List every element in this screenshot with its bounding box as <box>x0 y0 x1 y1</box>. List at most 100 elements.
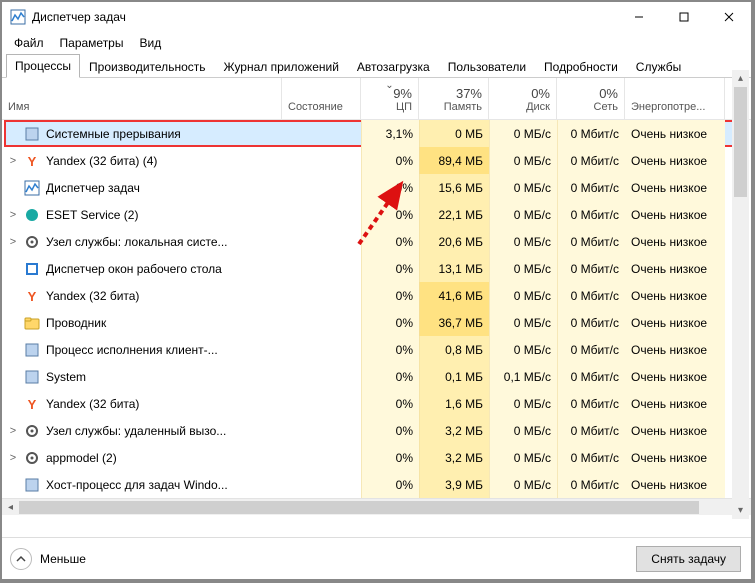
process-name-cell: >ESET Service (2) <box>2 201 282 228</box>
network-cell: 0 Мбит/с <box>557 309 625 336</box>
power-cell: Очень низкое <box>625 471 725 498</box>
cpu-cell: 0% <box>361 309 419 336</box>
memory-cell: 3,9 МБ <box>419 471 489 498</box>
network-cell: 0 Мбит/с <box>557 120 625 147</box>
table-row[interactable]: >Узел службы: удаленный вызо...0%3,2 МБ0… <box>2 417 751 444</box>
table-row[interactable]: >YYandex (32 бита) (4)0%89,4 МБ0 МБ/с0 М… <box>2 147 751 174</box>
status-cell <box>282 282 361 309</box>
table-row[interactable]: >ESET Service (2)0%22,1 МБ0 МБ/с0 Мбит/с… <box>2 201 751 228</box>
power-cell: Очень низкое <box>625 363 725 390</box>
status-cell <box>282 174 361 201</box>
tab-users[interactable]: Пользователи <box>439 55 535 78</box>
table-row[interactable]: YYandex (32 бита)0%41,6 МБ0 МБ/с0 Мбит/с… <box>2 282 751 309</box>
table-row[interactable]: System0%0,1 МБ0,1 МБ/с0 Мбит/сОчень низк… <box>2 363 751 390</box>
expand-icon[interactable]: > <box>8 209 18 221</box>
menu-file[interactable]: Файл <box>6 33 52 53</box>
process-name-cell: Хост-процесс для задач Windo... <box>2 471 282 498</box>
tab-details[interactable]: Подробности <box>535 55 627 78</box>
tab-services[interactable]: Службы <box>627 55 690 78</box>
fewer-details-button[interactable] <box>10 548 32 570</box>
process-name-cell: Диспетчер задач <box>2 174 282 201</box>
svg-text:Y: Y <box>28 289 37 304</box>
memory-cell: 89,4 МБ <box>419 147 489 174</box>
scroll-track[interactable] <box>19 499 734 515</box>
status-cell <box>282 228 361 255</box>
horizontal-scrollbar[interactable]: ◂ ▸ <box>2 498 751 515</box>
menubar: Файл Параметры Вид <box>2 32 751 54</box>
table-row[interactable]: Процесс исполнения клиент-...0%0,8 МБ0 М… <box>2 336 751 363</box>
table-row[interactable]: Диспетчер задач0%15,6 МБ0 МБ/с0 Мбит/сОч… <box>2 174 751 201</box>
power-cell: Очень низкое <box>625 120 725 147</box>
network-cell: 0 Мбит/с <box>557 228 625 255</box>
process-icon <box>24 342 40 358</box>
scroll-down-icon[interactable]: ▾ <box>732 502 749 519</box>
expand-icon[interactable]: > <box>8 155 18 167</box>
memory-cell: 36,7 МБ <box>419 309 489 336</box>
titlebar: Диспетчер задач <box>2 2 751 32</box>
disk-cell: 0 МБ/с <box>489 471 557 498</box>
process-icon <box>24 126 40 142</box>
process-name: Yandex (32 бита) <box>46 397 139 411</box>
vscroll-thumb[interactable] <box>734 87 747 197</box>
header-power[interactable]: Энергопотре... <box>625 78 725 119</box>
vscroll-track[interactable] <box>732 87 749 502</box>
disk-cell: 0 МБ/с <box>489 444 557 471</box>
close-button[interactable] <box>706 2 751 32</box>
vertical-scrollbar[interactable]: ▴ ▾ <box>732 70 749 519</box>
power-cell: Очень низкое <box>625 309 725 336</box>
tab-startup[interactable]: Автозагрузка <box>348 55 439 78</box>
header-memory[interactable]: 37%Память <box>419 78 489 119</box>
memory-cell: 41,6 МБ <box>419 282 489 309</box>
disk-cell: 0 МБ/с <box>489 147 557 174</box>
table-row[interactable]: Проводник0%36,7 МБ0 МБ/с0 Мбит/сОчень ни… <box>2 309 751 336</box>
scroll-thumb[interactable] <box>19 501 699 514</box>
power-cell: Очень низкое <box>625 201 725 228</box>
process-icon <box>24 207 40 223</box>
network-cell: 0 Мбит/с <box>557 147 625 174</box>
cpu-cell: 0% <box>361 336 419 363</box>
table-row[interactable]: Диспетчер окон рабочего стола0%13,1 МБ0 … <box>2 255 751 282</box>
table-row[interactable]: YYandex (32 бита)0%1,6 МБ0 МБ/с0 Мбит/сО… <box>2 390 751 417</box>
status-cell <box>282 336 361 363</box>
status-cell <box>282 120 361 147</box>
header-network[interactable]: 0%Сеть <box>557 78 625 119</box>
cpu-cell: 0% <box>361 444 419 471</box>
header-status[interactable]: Состояние <box>282 78 361 119</box>
process-name-cell: Проводник <box>2 309 282 336</box>
status-cell <box>282 363 361 390</box>
process-name-cell: System <box>2 363 282 390</box>
process-name-cell: >Узел службы: удаленный вызо... <box>2 417 282 444</box>
end-task-button[interactable]: Снять задачу <box>636 546 741 572</box>
expand-icon[interactable]: > <box>8 236 18 248</box>
cpu-cell: 0% <box>361 417 419 444</box>
tab-apphistory[interactable]: Журнал приложений <box>215 55 348 78</box>
tab-processes[interactable]: Процессы <box>6 54 80 78</box>
memory-cell: 1,6 МБ <box>419 390 489 417</box>
header-name[interactable]: Имя <box>2 78 282 119</box>
disk-cell: 0 МБ/с <box>489 417 557 444</box>
minimize-button[interactable] <box>616 2 661 32</box>
table-row[interactable]: >Узел службы: локальная систе...0%20,6 М… <box>2 228 751 255</box>
tab-performance[interactable]: Производительность <box>80 55 214 78</box>
process-icon: Y <box>24 153 40 169</box>
disk-cell: 0 МБ/с <box>489 336 557 363</box>
cpu-cell: 0% <box>361 390 419 417</box>
memory-cell: 0 МБ <box>419 120 489 147</box>
process-name: Процесс исполнения клиент-... <box>46 343 218 357</box>
table-row[interactable]: Хост-процесс для задач Windo...0%3,9 МБ0… <box>2 471 751 498</box>
fewer-details-label[interactable]: Меньше <box>40 552 86 566</box>
disk-cell: 0 МБ/с <box>489 174 557 201</box>
menu-options[interactable]: Параметры <box>52 33 132 53</box>
header-disk[interactable]: 0%Диск <box>489 78 557 119</box>
expand-icon[interactable]: > <box>8 425 18 437</box>
disk-cell: 0 МБ/с <box>489 282 557 309</box>
table-row[interactable]: Системные прерывания3,1%0 МБ0 МБ/с0 Мбит… <box>2 120 751 147</box>
table-row[interactable]: >appmodel (2)0%3,2 МБ0 МБ/с0 Мбит/сОчень… <box>2 444 751 471</box>
header-cpu[interactable]: ⌄ 9%ЦП <box>361 78 419 119</box>
expand-icon[interactable]: > <box>8 452 18 464</box>
scroll-left-icon[interactable]: ◂ <box>2 499 19 515</box>
maximize-button[interactable] <box>661 2 706 32</box>
network-cell: 0 Мбит/с <box>557 255 625 282</box>
menu-view[interactable]: Вид <box>131 33 169 53</box>
scroll-up-icon[interactable]: ▴ <box>732 70 749 87</box>
